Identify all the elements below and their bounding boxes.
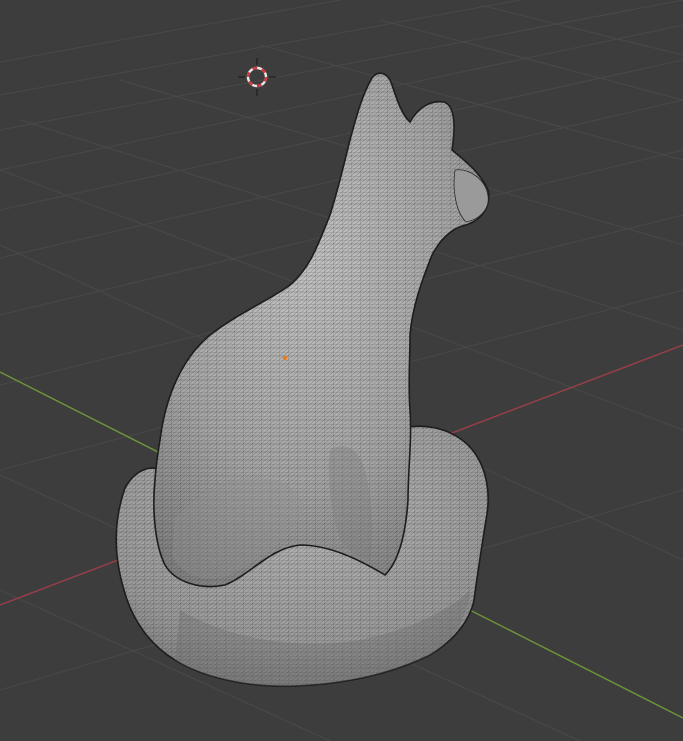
viewport-canvas[interactable] [0, 0, 683, 741]
object-origin-icon[interactable] [282, 355, 288, 361]
3d-viewport[interactable] [0, 0, 683, 741]
